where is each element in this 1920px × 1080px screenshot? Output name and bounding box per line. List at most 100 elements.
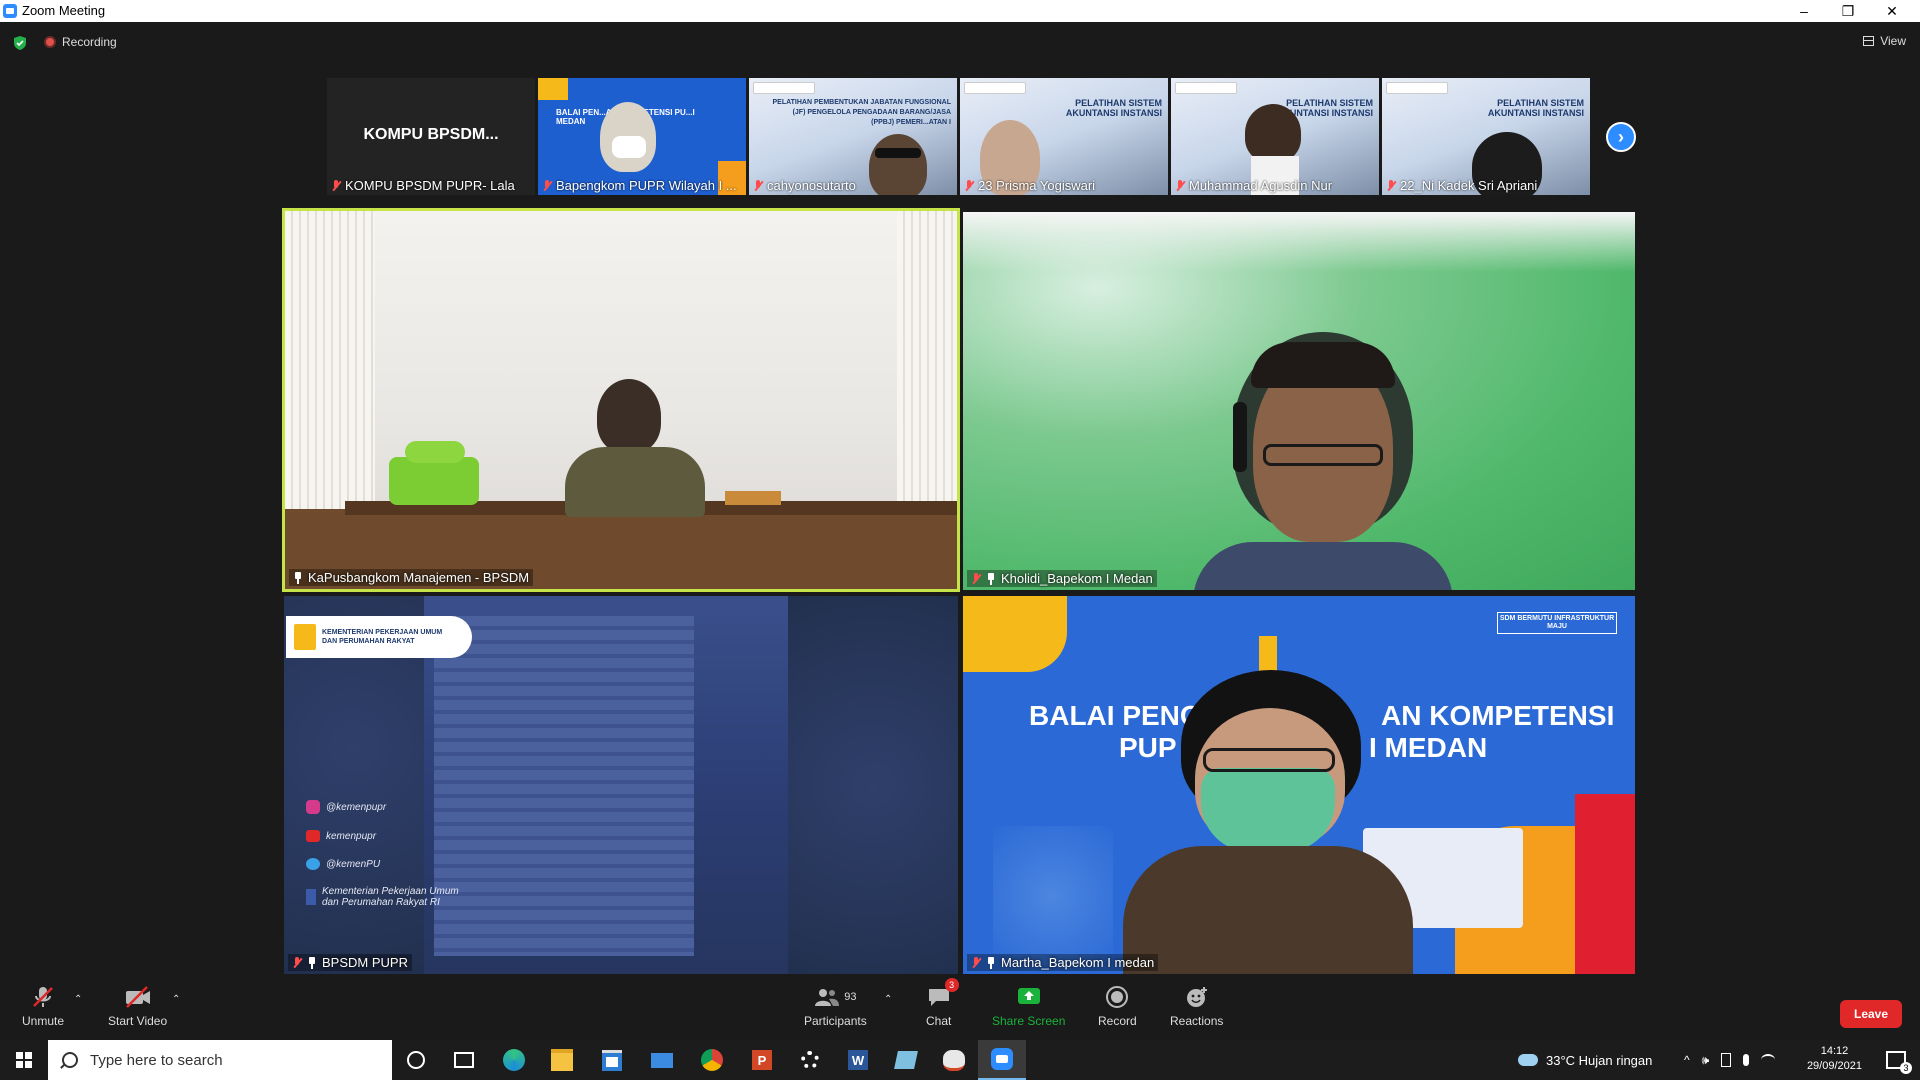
- taskbar-app-mail[interactable]: [638, 1040, 686, 1080]
- task-view-button[interactable]: [440, 1040, 488, 1080]
- strip-thumbnail[interactable]: KOMPU BPSDM... KOMPU BPSDM PUPR- Lala: [327, 78, 535, 195]
- chat-button[interactable]: 3 Chat: [926, 978, 959, 1028]
- reactions-button[interactable]: Reactions: [1170, 984, 1223, 1028]
- audio-options-caret-icon[interactable]: ⌃: [74, 994, 82, 1005]
- minimize-button[interactable]: –: [1782, 0, 1826, 22]
- social-handle: @kemenPU: [326, 858, 381, 870]
- banner-subtitle-left: PUP: [1119, 732, 1177, 763]
- taskbar-app-edge[interactable]: [490, 1040, 538, 1080]
- participant-figure: [869, 134, 927, 195]
- tray-overflow-chevron-icon[interactable]: ^: [1684, 1053, 1690, 1067]
- ministry-logo-text: KEMENTERIAN PEKERJAAN UMUM DAN PERUMAHAN…: [322, 629, 443, 645]
- face-mask-shape: [1201, 768, 1335, 852]
- slide-logo: [1175, 82, 1237, 94]
- video-tile[interactable]: Kholidi_Bapekom I Medan: [963, 212, 1635, 590]
- participant-name: KaPusbangkom Manajemen - BPSDM: [308, 570, 530, 585]
- video-tile-active-speaker[interactable]: KaPusbangkom Manajemen - BPSDM: [282, 208, 960, 592]
- weather-text: 33°C Hujan ringan: [1546, 1052, 1653, 1068]
- chat-label: Chat: [926, 1014, 952, 1028]
- video-tile[interactable]: KEMENTERIAN PEKERJAAN UMUM DAN PERUMAHAN…: [284, 596, 958, 974]
- video-options-caret-icon[interactable]: ⌃: [172, 994, 180, 1005]
- slide-logo: [964, 82, 1026, 94]
- restore-button[interactable]: ❐: [1826, 0, 1870, 22]
- strip-thumbnail[interactable]: PELATIHAN SISTEM AKUNTANSI INSTANSI 23 P…: [960, 78, 1168, 195]
- participants-icon-wrap: 93: [814, 984, 856, 1010]
- share-screen-button[interactable]: Share Screen: [992, 984, 1065, 1028]
- leave-button[interactable]: Leave: [1840, 1000, 1902, 1028]
- muted-mic-icon: [1175, 179, 1185, 192]
- wifi-icon[interactable]: [1761, 1054, 1776, 1066]
- view-grid-icon: [1863, 36, 1875, 46]
- encryption-shield-icon[interactable]: [12, 35, 28, 51]
- edge-browser-icon: [503, 1049, 525, 1071]
- taskbar-app-word[interactable]: W: [834, 1040, 882, 1080]
- taskbar-app-chrome[interactable]: [688, 1040, 736, 1080]
- glasses-shape: [875, 148, 921, 158]
- record-icon: [1105, 984, 1129, 1010]
- search-icon: [62, 1052, 78, 1068]
- video-tile[interactable]: SDM BERMUTU INFRASTRUKTUR MAJU BALAI PEN…: [963, 596, 1635, 974]
- participants-caret-icon[interactable]: ⌃: [884, 994, 892, 1005]
- desk-object: [725, 491, 781, 505]
- close-button[interactable]: ✕: [1870, 0, 1914, 22]
- file-explorer-icon: [551, 1049, 573, 1071]
- taskbar-app-zoom[interactable]: [978, 1040, 1026, 1080]
- pupr-logo-icon: [1259, 636, 1277, 672]
- strip-thumbnail[interactable]: BALAI PEN...AN KOMPETENSI PU...I MEDAN B…: [538, 78, 746, 195]
- speaker-head: [597, 379, 661, 453]
- next-page-arrow-icon[interactable]: ›: [1606, 122, 1636, 152]
- unmute-button[interactable]: Unmute: [22, 984, 64, 1028]
- notes-app-icon: [894, 1051, 918, 1069]
- device-icon[interactable]: [1721, 1053, 1732, 1067]
- start-video-button[interactable]: Start Video: [108, 984, 167, 1028]
- taskbar-app-meeting[interactable]: [930, 1040, 978, 1080]
- taskbar-app-settings[interactable]: [786, 1040, 834, 1080]
- microphone-icon[interactable]: [1743, 1054, 1750, 1066]
- recording-dot-icon: [44, 36, 56, 48]
- social-item: Kementerian Pekerjaan Umum dan Perumahan…: [306, 886, 472, 908]
- strip-thumbnail[interactable]: PELATIHAN SISTEM AKUNTANSI INSTANSI Muha…: [1171, 78, 1379, 195]
- taskbar-search-box[interactable]: Type here to search: [48, 1040, 392, 1080]
- window-title: Zoom Meeting: [22, 3, 106, 18]
- taskbar-app-powerpoint[interactable]: P: [738, 1040, 786, 1080]
- strip-thumbnail[interactable]: PELATIHAN SISTEM AKUNTANSI INSTANSI 22_N…: [1382, 78, 1590, 195]
- task-view-icon: [454, 1052, 474, 1068]
- notification-center-button[interactable]: 3: [1872, 1040, 1920, 1080]
- record-button[interactable]: Record: [1098, 984, 1137, 1028]
- participant-name: 22_Ni Kadek Sri Apriani: [1400, 178, 1538, 193]
- share-screen-icon: [1016, 984, 1042, 1010]
- cortana-button[interactable]: [392, 1040, 440, 1080]
- taskbar-app-notes[interactable]: [882, 1040, 930, 1080]
- taskbar-clock[interactable]: 14:12 29/09/2021: [1807, 1044, 1862, 1074]
- view-button[interactable]: View: [1863, 34, 1906, 48]
- notification-count: 3: [1900, 1062, 1912, 1074]
- weather-widget[interactable]: 33°C Hujan ringan: [1518, 1040, 1652, 1080]
- participants-button[interactable]: 93 Participants: [804, 984, 867, 1028]
- headset-shape: [1233, 402, 1247, 472]
- word-icon: W: [848, 1050, 868, 1070]
- muted-mic-icon: [753, 179, 763, 192]
- social-handle: @kemenpupr: [326, 801, 387, 813]
- banner-tag: SDM BERMUTU INFRASTRUKTUR MAJU: [1497, 612, 1617, 634]
- mail-envelope-icon: [651, 1052, 673, 1068]
- volume-icon[interactable]: 🕪: [1702, 1053, 1710, 1068]
- social-item: @kemenpupr: [306, 800, 472, 814]
- strip-thumbnail[interactable]: PELATIHAN PEMBENTUKAN JABATAN FUNGSIONAL…: [749, 78, 957, 195]
- participant-shirt: [1193, 542, 1453, 590]
- social-item: @kemenPU: [306, 858, 472, 870]
- banner-subtitle-right: H I MEDAN: [1341, 732, 1488, 763]
- participant-name: Muhammad Agusdin Nur: [1189, 178, 1333, 193]
- start-button[interactable]: [0, 1040, 48, 1080]
- participant-hair: [1251, 342, 1395, 388]
- slide-text: PELATIHAN SISTEM AKUNTANSI INSTANSI: [1065, 98, 1162, 118]
- taskbar-app-store[interactable]: [588, 1040, 636, 1080]
- banner-illustration-workers: [993, 826, 1113, 966]
- taskbar-app-explorer[interactable]: [538, 1040, 586, 1080]
- recording-indicator[interactable]: Recording: [44, 35, 117, 49]
- social-handle: Kementerian Pekerjaan Umum dan Perumahan…: [322, 886, 459, 908]
- recording-label: Recording: [62, 35, 117, 49]
- record-label: Record: [1098, 1014, 1137, 1028]
- participant-name: 23 Prisma Yogiswari: [978, 178, 1096, 193]
- participant-clothing: [1123, 846, 1413, 974]
- banner-red-block: [1575, 794, 1635, 974]
